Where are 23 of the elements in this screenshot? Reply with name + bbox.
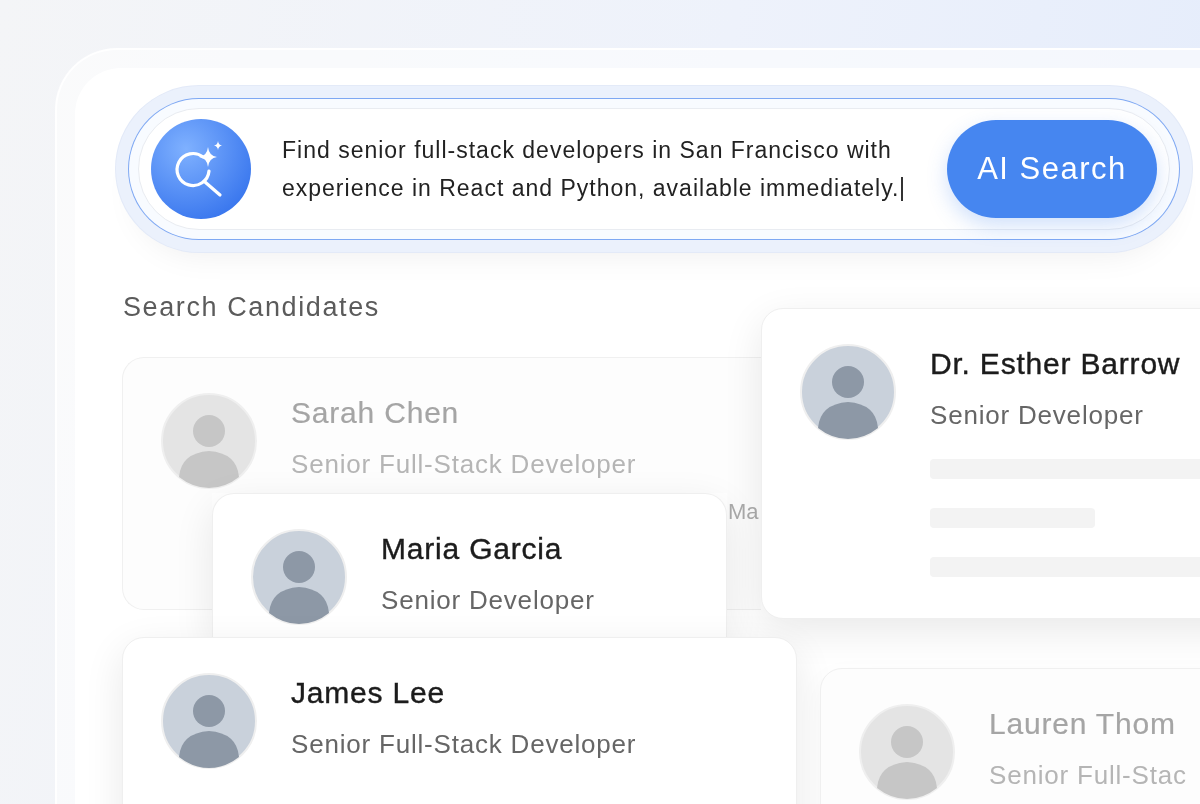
candidate-title: Senior Developer [381, 584, 595, 616]
candidate-title: Senior Developer [930, 399, 1145, 431]
candidate-title: Senior Full-Stack Developer [291, 448, 637, 480]
user-avatar-icon [161, 393, 257, 489]
search-field[interactable]: Find senior full-stack developers in San Francisco with experience in React and Python, available immediately. [282, 131, 932, 207]
candidate-card[interactable]: Maria Garcia Senior Developer [212, 493, 727, 637]
user-avatar-icon [161, 673, 257, 769]
candidate-title: Senior Full-Stac [989, 759, 1187, 791]
candidate-detail: Ma [728, 499, 759, 525]
ai-search-button[interactable]: AI Search [947, 120, 1157, 218]
candidate-name: James Lee [291, 675, 446, 711]
candidate-card[interactable]: James Lee Senior Full-Stack Developer [122, 637, 797, 804]
candidate-name: Lauren Thom [989, 706, 1177, 742]
user-avatar-icon [800, 344, 896, 440]
section-heading: Search Candidates [123, 291, 380, 323]
candidate-name: Sarah Chen [291, 395, 461, 431]
user-avatar-icon [859, 704, 955, 800]
candidate-name: Dr. Esther Barrow [930, 346, 1182, 382]
candidate-card[interactable]: Dr. Esther Barrow Senior Developer [761, 308, 1200, 619]
sparkle-search-icon [151, 119, 251, 219]
user-avatar-icon [251, 529, 347, 625]
candidate-title: Senior Full-Stack Developer [291, 728, 637, 760]
candidate-name: Maria Garcia [381, 531, 564, 567]
